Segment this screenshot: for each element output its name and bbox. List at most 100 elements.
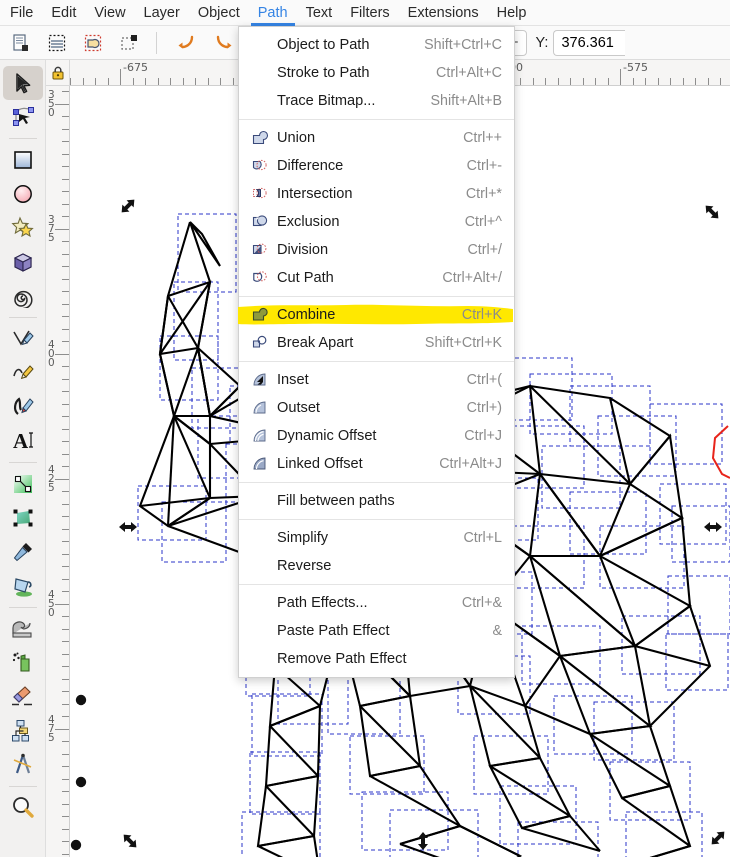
tweak-tool[interactable] — [3, 612, 43, 646]
menu-item-stroke-to-path[interactable]: Stroke to Path Ctrl+Alt+C — [239, 59, 514, 87]
combine-highlight-wrapper: Combine Ctrl+K — [238, 301, 514, 329]
menu-item-paste-path-effect[interactable]: Paste Path Effect & — [239, 617, 514, 645]
menu-view[interactable]: View — [85, 0, 134, 26]
rotate-cw-icon[interactable] — [208, 29, 238, 57]
menu-item-path-effects[interactable]: Path Effects... Ctrl+& — [239, 589, 514, 617]
spiral-tool[interactable] — [3, 279, 43, 313]
menu-item-reverse[interactable]: Reverse — [239, 552, 514, 580]
calligraphy-tool[interactable] — [3, 390, 43, 424]
select-same-icon[interactable] — [78, 29, 108, 57]
pencil-tool[interactable] — [3, 322, 43, 356]
menu-separator — [239, 584, 514, 585]
combine-icon — [249, 305, 271, 325]
menu-item-accel: Ctrl+J — [464, 428, 502, 444]
padlock-icon — [52, 66, 63, 79]
y-coordinate-value: 376.361 — [561, 34, 614, 51]
menu-help[interactable]: Help — [488, 0, 536, 26]
star-tool[interactable] — [3, 211, 43, 245]
spray-tool[interactable] — [3, 646, 43, 680]
menu-item-division[interactable]: Division Ctrl+/ — [239, 236, 514, 264]
menu-item-union[interactable]: Union Ctrl++ — [239, 124, 514, 152]
ruler-lock-toggle[interactable] — [46, 60, 70, 86]
select-all-icon[interactable] — [6, 29, 36, 57]
menu-item-trace-bitmap[interactable]: Trace Bitmap... Shift+Alt+B — [239, 87, 514, 115]
node-tool[interactable] — [3, 100, 43, 134]
menu-item-accel: Ctrl+Alt+/ — [442, 270, 502, 286]
menu-separator — [239, 296, 514, 297]
menu-item-break-apart[interactable]: Break Apart Shift+Ctrl+K — [239, 329, 514, 357]
menu-item-accel: & — [492, 623, 502, 639]
toolbox-separator — [8, 138, 37, 139]
menu-file[interactable]: File — [0, 0, 42, 26]
deselect-icon[interactable] — [114, 29, 144, 57]
bezier-tool[interactable] — [3, 356, 43, 390]
menu-item-label: Cut Path — [277, 270, 334, 286]
menu-item-object-to-path[interactable]: Object to Path Shift+Ctrl+C — [239, 31, 514, 59]
inset-icon — [249, 370, 271, 390]
path-menu-dropdown[interactable]: Object to Path Shift+Ctrl+C Stroke to Pa… — [238, 26, 515, 678]
menu-item-accel: Ctrl+^ — [464, 214, 502, 230]
menu-item-accel: Ctrl+& — [461, 595, 502, 611]
gradient-tool[interactable] — [3, 467, 43, 501]
menu-item-label: Stroke to Path — [277, 65, 370, 81]
menu-item-difference[interactable]: Difference Ctrl+- — [239, 152, 514, 180]
3dbox-tool[interactable] — [3, 245, 43, 279]
menu-object[interactable]: Object — [189, 0, 249, 26]
menu-item-label: Intersection — [277, 186, 353, 202]
toolbar-separator — [156, 31, 157, 54]
y-coordinate-input[interactable]: 376.361 — [553, 29, 626, 56]
break-apart-icon — [249, 333, 271, 353]
menu-edit[interactable]: Edit — [42, 0, 85, 26]
menu-item-label: Combine — [277, 307, 336, 323]
menu-item-exclusion[interactable]: Exclusion Ctrl+^ — [239, 208, 514, 236]
menu-item-linked-offset[interactable]: Linked Offset Ctrl+Alt+J — [239, 450, 514, 478]
menu-item-label: Inset — [277, 372, 309, 388]
menu-separator — [239, 482, 514, 483]
linked-offset-icon — [249, 454, 271, 474]
menu-item-label: Difference — [277, 158, 344, 174]
menu-extensions[interactable]: Extensions — [399, 0, 488, 26]
menu-item-remove-path-effect[interactable]: Remove Path Effect — [239, 645, 514, 673]
mesh-gradient-tool[interactable] — [3, 501, 43, 535]
menu-item-label: Remove Path Effect — [277, 651, 407, 667]
menu-item-dynamic-offset[interactable]: Dynamic Offset Ctrl+J — [239, 422, 514, 450]
selector-tool[interactable] — [2, 66, 43, 100]
menu-item-accel: Ctrl+K — [461, 307, 502, 323]
menu-item-label: Path Effects... — [277, 595, 368, 611]
menu-item-outset[interactable]: Outset Ctrl+) — [239, 394, 514, 422]
exclusion-icon — [249, 212, 271, 232]
menu-item-label: Reverse — [277, 558, 332, 574]
menu-path[interactable]: Path — [249, 0, 297, 26]
text-tool[interactable]: A — [3, 424, 43, 458]
dropper-tool[interactable] — [3, 535, 43, 569]
menu-layer[interactable]: Layer — [135, 0, 189, 26]
menu-item-cut-path[interactable]: Cut Path Ctrl+Alt+/ — [239, 264, 514, 292]
menu-item-combine[interactable]: Combine Ctrl+K — [239, 301, 514, 329]
menu-item-intersection[interactable]: Intersection Ctrl+* — [239, 180, 514, 208]
menu-filters[interactable]: Filters — [341, 0, 398, 26]
rectangle-tool[interactable] — [3, 143, 43, 177]
measure-tool[interactable] — [3, 748, 43, 782]
menu-item-fill-between-paths[interactable]: Fill between paths — [239, 487, 514, 515]
paint-bucket-tool[interactable] — [3, 569, 43, 603]
vertical-ruler[interactable]: 350375400425450475 — [46, 86, 70, 857]
menu-item-accel: Ctrl+) — [466, 400, 502, 416]
zoom-tool[interactable] — [3, 791, 43, 825]
select-all-in-layers-icon[interactable] — [42, 29, 72, 57]
eraser-tool[interactable] — [3, 680, 43, 714]
menu-item-simplify[interactable]: Simplify Ctrl+L — [239, 524, 514, 552]
menu-separator — [239, 361, 514, 362]
menu-item-label: Dynamic Offset — [277, 428, 377, 444]
menu-item-label: Division — [277, 242, 329, 258]
y-coordinate-label: Y: — [535, 34, 549, 51]
menu-item-label: Simplify — [277, 530, 329, 546]
menu-text[interactable]: Text — [297, 0, 342, 26]
rotate-ccw-icon[interactable] — [172, 29, 202, 57]
menu-item-inset[interactable]: Inset Ctrl+( — [239, 366, 514, 394]
intersection-icon — [249, 184, 271, 204]
connector-tool[interactable] — [3, 714, 43, 748]
menu-item-accel: Ctrl+/ — [467, 242, 502, 258]
menu-item-label: Paste Path Effect — [277, 623, 390, 639]
menu-item-accel: Shift+Ctrl+C — [424, 37, 502, 53]
ellipse-tool[interactable] — [3, 177, 43, 211]
